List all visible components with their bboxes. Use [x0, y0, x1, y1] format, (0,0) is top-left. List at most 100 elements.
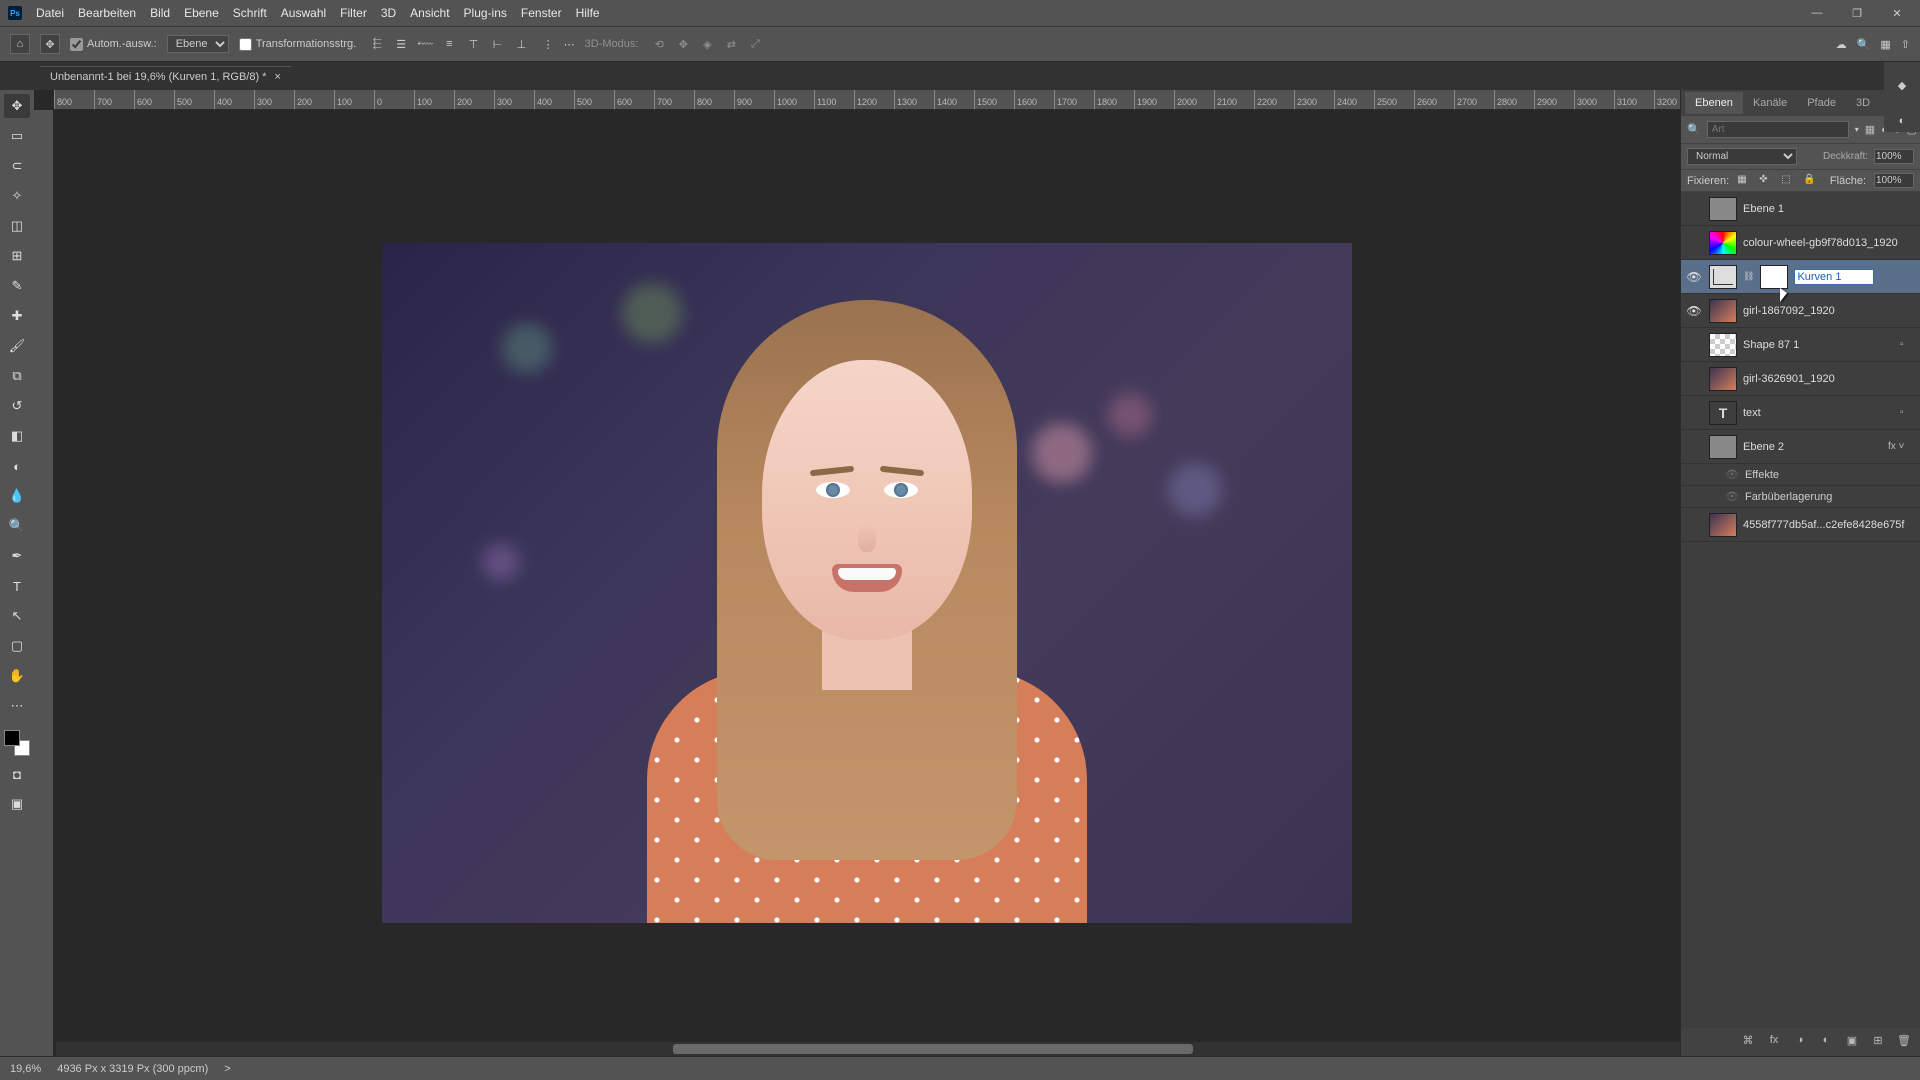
layer-row[interactable]: Ttext▫	[1681, 396, 1920, 430]
layer-thumbnail[interactable]	[1709, 333, 1737, 357]
move-tool-icon[interactable]: ✥	[40, 34, 60, 54]
blur-tool[interactable]: 💧	[4, 484, 30, 508]
layer-row[interactable]: girl-3626901_1920	[1681, 362, 1920, 396]
filter-image-icon[interactable]: ▦	[1865, 121, 1875, 139]
arrange-icon[interactable]: ▦	[1880, 38, 1890, 51]
menu-datei[interactable]: Datei	[36, 6, 64, 20]
layer-thumbnail[interactable]	[1709, 197, 1737, 221]
layer-row[interactable]: Ebene 2fx ˅	[1681, 430, 1920, 464]
fill-input[interactable]	[1874, 173, 1914, 188]
layer-filter-input[interactable]	[1707, 121, 1849, 138]
tab-pfade[interactable]: Pfade	[1797, 92, 1846, 114]
tab-kanaele[interactable]: Kanäle	[1743, 92, 1797, 114]
history-brush-tool[interactable]: ↺	[4, 394, 30, 418]
marquee-tool[interactable]: ▭	[4, 124, 30, 148]
layer-name[interactable]: Ebene 1	[1743, 203, 1916, 215]
layer-row[interactable]: 👁 girl-1867092_1920	[1681, 294, 1920, 328]
opacity-input[interactable]	[1874, 149, 1914, 164]
align-right-icon[interactable]: ⬳	[414, 33, 436, 55]
document-tab-close[interactable]: ×	[274, 71, 280, 83]
lock-position-icon[interactable]: ✜	[1759, 174, 1773, 188]
layer-row[interactable]: Shape 87 1▫	[1681, 328, 1920, 362]
layer-fx-icon[interactable]: fx	[1766, 1034, 1782, 1050]
layer-thumbnail[interactable]	[1709, 513, 1737, 537]
new-group-icon[interactable]: ▣	[1844, 1034, 1860, 1050]
move-tool[interactable]: ✥	[4, 94, 30, 118]
layer-row[interactable]: Ebene 1	[1681, 192, 1920, 226]
adjustment-layer-icon[interactable]: ◐	[1818, 1034, 1834, 1050]
window-minimize[interactable]: —	[1802, 4, 1832, 22]
color-swatches[interactable]	[4, 730, 30, 756]
hand-tool[interactable]: ✋	[4, 664, 30, 688]
menu-ansicht[interactable]: Ansicht	[410, 6, 449, 20]
align-left-icon[interactable]: ⬱	[366, 33, 388, 55]
canvas[interactable]	[54, 110, 1680, 1056]
layer-mask-icon[interactable]: ◑	[1792, 1034, 1808, 1050]
layer-effect-item[interactable]: 👁Farbüberlagerung	[1681, 486, 1920, 508]
menu-filter[interactable]: Filter	[340, 6, 367, 20]
zoom-level[interactable]: 19,6%	[10, 1063, 41, 1075]
status-arrow[interactable]: >	[224, 1063, 230, 1075]
menu-3d[interactable]: 3D	[381, 6, 396, 20]
collapsed-panel-icon[interactable]: ◆	[1891, 74, 1913, 96]
layer-name[interactable]: girl-1867092_1920	[1743, 305, 1916, 317]
distribute-v-icon[interactable]: ⋮	[543, 38, 554, 51]
layer-name[interactable]: girl-3626901_1920	[1743, 373, 1916, 385]
layer-name[interactable]: text	[1743, 407, 1894, 419]
layer-thumbnail[interactable]: T	[1709, 401, 1737, 425]
layer-thumbnail[interactable]	[1709, 435, 1737, 459]
align-bottom-icon[interactable]: ⊥	[511, 33, 533, 55]
frame-tool[interactable]: ⊞	[4, 244, 30, 268]
align-center-h-icon[interactable]: ☰	[390, 33, 412, 55]
auto-select-checkbox[interactable]: Autom.-ausw.:	[70, 38, 157, 51]
share-icon[interactable]: ⇧	[1901, 38, 1910, 51]
type-tool[interactable]: T	[4, 574, 30, 598]
eyedropper-tool[interactable]: ✎	[4, 274, 30, 298]
link-layers-icon[interactable]: ⌘	[1740, 1034, 1756, 1050]
blend-mode-dropdown[interactable]: Normal	[1687, 148, 1797, 165]
cloud-docs-icon[interactable]: ☁	[1836, 38, 1847, 51]
layer-visibility-toggle[interactable]: 👁	[1685, 270, 1703, 284]
window-maximize[interactable]: ❐	[1842, 4, 1872, 22]
layer-thumbnail[interactable]	[1709, 367, 1737, 391]
overflow-icon[interactable]: ⋯	[564, 38, 575, 51]
menu-bearbeiten[interactable]: Bearbeiten	[78, 6, 136, 20]
lock-all-icon[interactable]: 🔒	[1803, 174, 1817, 188]
layer-thumbnail[interactable]	[1709, 265, 1737, 289]
search-icon[interactable]: 🔍	[1857, 38, 1871, 51]
layer-mask-thumbnail[interactable]	[1760, 265, 1788, 289]
edit-toolbar-icon[interactable]: ⋯	[4, 694, 30, 718]
layer-name[interactable]: colour-wheel-gb9f78d013_1920	[1743, 237, 1916, 249]
new-layer-icon[interactable]: ⊞	[1870, 1034, 1886, 1050]
layer-row[interactable]: 👁⛓	[1681, 260, 1920, 294]
menu-hilfe[interactable]: Hilfe	[576, 6, 600, 20]
layer-name[interactable]: 4558f777db5af...c2efe8428e675f	[1743, 519, 1916, 531]
align-center-v-icon[interactable]: ⊢	[487, 33, 509, 55]
distribute-h-icon[interactable]: ≡	[446, 38, 452, 50]
layer-fx-indicator[interactable]: fx ˅	[1888, 441, 1916, 452]
collapsed-panel-icon[interactable]: ◐	[1891, 110, 1913, 132]
menu-schrift[interactable]: Schrift	[233, 6, 267, 20]
screen-mode-tool[interactable]: ▣	[4, 792, 30, 816]
gradient-tool[interactable]: ◐	[4, 454, 30, 478]
horizontal-scrollbar[interactable]	[56, 1042, 1680, 1056]
align-top-icon[interactable]: ⊤	[463, 33, 485, 55]
menu-fenster[interactable]: Fenster	[521, 6, 562, 20]
document-tab[interactable]: Unbenannt-1 bei 19,6% (Kurven 1, RGB/8) …	[40, 66, 291, 87]
window-close[interactable]: ✕	[1882, 4, 1912, 22]
lasso-tool[interactable]: ⊂	[4, 154, 30, 178]
quick-mask-tool[interactable]: ◘	[4, 762, 30, 786]
menu-plugins[interactable]: Plug-ins	[464, 6, 507, 20]
menu-bild[interactable]: Bild	[150, 6, 170, 20]
auto-select-target-dropdown[interactable]: Ebene	[167, 35, 229, 53]
crop-tool[interactable]: ◫	[4, 214, 30, 238]
shape-tool[interactable]: ▢	[4, 634, 30, 658]
layer-effect-item[interactable]: 👁Effekte	[1681, 464, 1920, 486]
lock-pixels-icon[interactable]: ▦	[1737, 174, 1751, 188]
pen-tool[interactable]: ✒	[4, 544, 30, 568]
layer-visibility-toggle[interactable]: 👁	[1685, 304, 1703, 318]
layer-name[interactable]: Shape 87 1	[1743, 339, 1894, 351]
layer-row[interactable]: colour-wheel-gb9f78d013_1920	[1681, 226, 1920, 260]
menu-auswahl[interactable]: Auswahl	[281, 6, 326, 20]
menu-ebene[interactable]: Ebene	[184, 6, 219, 20]
